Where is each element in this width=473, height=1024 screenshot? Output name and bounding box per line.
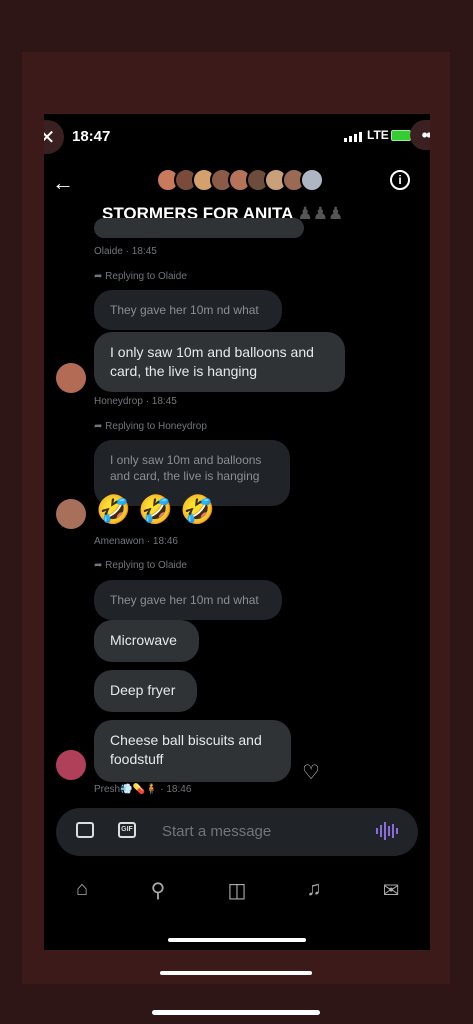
reply-arrow-icon: ➦ bbox=[94, 421, 106, 432]
home-indicator bbox=[160, 971, 312, 975]
quoted-message[interactable]: They gave her 10m nd what bbox=[94, 290, 282, 330]
avatar[interactable] bbox=[56, 363, 86, 393]
info-icon[interactable]: i bbox=[390, 170, 410, 190]
replying-to-label: ➦ Replying to Olaide bbox=[94, 271, 187, 282]
notifications-icon[interactable]: ♫ bbox=[300, 878, 328, 906]
network-label: LTE bbox=[367, 128, 389, 142]
signal-icon bbox=[344, 132, 362, 142]
avatar[interactable] bbox=[56, 499, 86, 529]
emoji: 🤣 bbox=[96, 494, 131, 525]
replying-to-text: Replying to Olaide bbox=[105, 271, 187, 282]
back-arrow-icon[interactable]: ← bbox=[52, 170, 74, 196]
message-bubble[interactable]: Deep fryer bbox=[94, 670, 197, 712]
reply-arrow-icon: ➦ bbox=[94, 271, 106, 282]
home-icon[interactable]: ⌂ bbox=[68, 878, 96, 906]
emoji: 🤣 bbox=[138, 494, 173, 525]
phone-screen: ✕ 18:47 LTE ••• ← i STORMERS FOR ANITA ♟… bbox=[44, 114, 430, 950]
battery-icon bbox=[391, 130, 411, 141]
status-time: 18:47 bbox=[72, 128, 111, 145]
home-indicator bbox=[152, 1010, 320, 1015]
more-icon[interactable]: ••• bbox=[410, 120, 430, 150]
quoted-message[interactable]: They gave her 10m nd what bbox=[94, 580, 282, 620]
replying-to-text: Replying to Honeydrop bbox=[105, 421, 207, 432]
grok-icon[interactable]: ◫ bbox=[223, 878, 251, 906]
gif-icon[interactable]: GIF bbox=[118, 822, 136, 838]
voice-icon[interactable] bbox=[376, 822, 398, 840]
replying-to-text: Replying to Olaide bbox=[105, 560, 187, 571]
group-avatars[interactable] bbox=[156, 168, 324, 192]
tab-bar: ⌂ ⚲ ◫ ♫ ✉ bbox=[44, 872, 430, 912]
replying-to-label: ➦ Replying to Olaide bbox=[94, 560, 187, 571]
message-bubble[interactable]: I only saw 10m and balloons and card, th… bbox=[94, 332, 345, 392]
close-icon[interactable]: ✕ bbox=[44, 120, 64, 154]
message-bubble[interactable]: Microwave bbox=[94, 620, 199, 662]
message-meta: Presh💨💊🧍 · 18:46 bbox=[94, 784, 192, 795]
messages-icon[interactable]: ✉ bbox=[377, 878, 405, 906]
message-bubble-partial[interactable] bbox=[94, 218, 304, 238]
replying-to-label: ➦ Replying to Honeydrop bbox=[94, 421, 207, 432]
search-icon[interactable]: ⚲ bbox=[144, 878, 172, 906]
avatar[interactable] bbox=[56, 750, 86, 780]
image-icon[interactable] bbox=[76, 822, 94, 838]
message-input[interactable]: Start a message bbox=[162, 823, 271, 840]
group-title-emoji: ♟♟♟ bbox=[297, 204, 344, 223]
message-meta: Amenawon · 18:46 bbox=[94, 536, 178, 547]
message-composer[interactable]: GIF Start a message bbox=[56, 808, 418, 856]
home-indicator bbox=[168, 938, 306, 942]
message-list: Olaide · 18:45 ➦ Replying to Olaide They… bbox=[44, 218, 430, 800]
message-meta: Honeydrop · 18:45 bbox=[94, 396, 177, 407]
emoji: 🤣 bbox=[180, 494, 215, 525]
message-bubble[interactable]: Cheese ball biscuits and foodstuff bbox=[94, 720, 291, 782]
message-meta: Olaide · 18:45 bbox=[94, 246, 157, 257]
reply-arrow-icon: ➦ bbox=[94, 560, 106, 571]
status-bar: ✕ 18:47 LTE ••• bbox=[44, 114, 430, 160]
add-reaction-icon[interactable]: ♡ bbox=[302, 760, 320, 785]
